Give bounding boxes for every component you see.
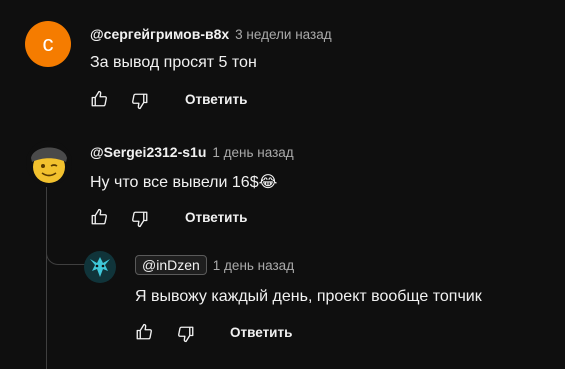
reply-author-chip[interactable]: @inDzen	[135, 255, 207, 275]
dislike-button[interactable]	[131, 210, 149, 228]
comment-author[interactable]: @сергейгримов-в8х	[90, 26, 229, 42]
emoji: 😂	[258, 174, 278, 191]
avatar-image	[26, 140, 72, 186]
comment-header: @сергейгримов-в8х 3 недели назад	[90, 26, 332, 44]
like-button[interactable]	[90, 90, 108, 108]
comment-text: За вывод просят 5 тон	[90, 54, 257, 71]
avatar[interactable]	[84, 251, 116, 283]
like-button[interactable]	[90, 208, 108, 226]
reply-connector	[46, 244, 85, 265]
comment-author[interactable]: @Sergei2312-s1u	[90, 144, 206, 160]
thread-line	[46, 187, 47, 369]
avatar[interactable]: с	[25, 21, 71, 67]
thumbs-down-icon	[178, 326, 194, 343]
dislike-button[interactable]	[131, 92, 149, 110]
thumbs-down-icon	[132, 211, 148, 228]
thumbs-down-icon	[132, 93, 148, 110]
reply-header: @inDzen 1 день назад	[135, 255, 294, 275]
thumbs-up-icon	[91, 208, 107, 225]
comment-time[interactable]: 1 день назад	[212, 145, 293, 160]
dislike-button[interactable]	[177, 325, 195, 343]
like-button[interactable]	[135, 323, 153, 341]
comment-text-body: Ну что все вывели 16$	[90, 174, 259, 191]
reply-button[interactable]: Ответить	[230, 325, 292, 340]
reply-time[interactable]: 1 день назад	[213, 258, 294, 273]
comment-time[interactable]: 3 недели назад	[235, 27, 331, 42]
avatar[interactable]	[26, 140, 72, 186]
comment-text: Ну что все вывели 16$😂	[90, 172, 277, 192]
reply-text: Я вывожу каждый день, проект вообще топч…	[135, 288, 482, 305]
thumbs-up-icon	[91, 90, 107, 107]
reply-button[interactable]: Ответить	[185, 92, 247, 107]
thumbs-up-icon	[136, 323, 152, 340]
comment-header: @Sergei2312-s1u 1 день назад	[90, 144, 294, 162]
reply-button[interactable]: Ответить	[185, 210, 247, 225]
avatar-image	[84, 251, 116, 283]
